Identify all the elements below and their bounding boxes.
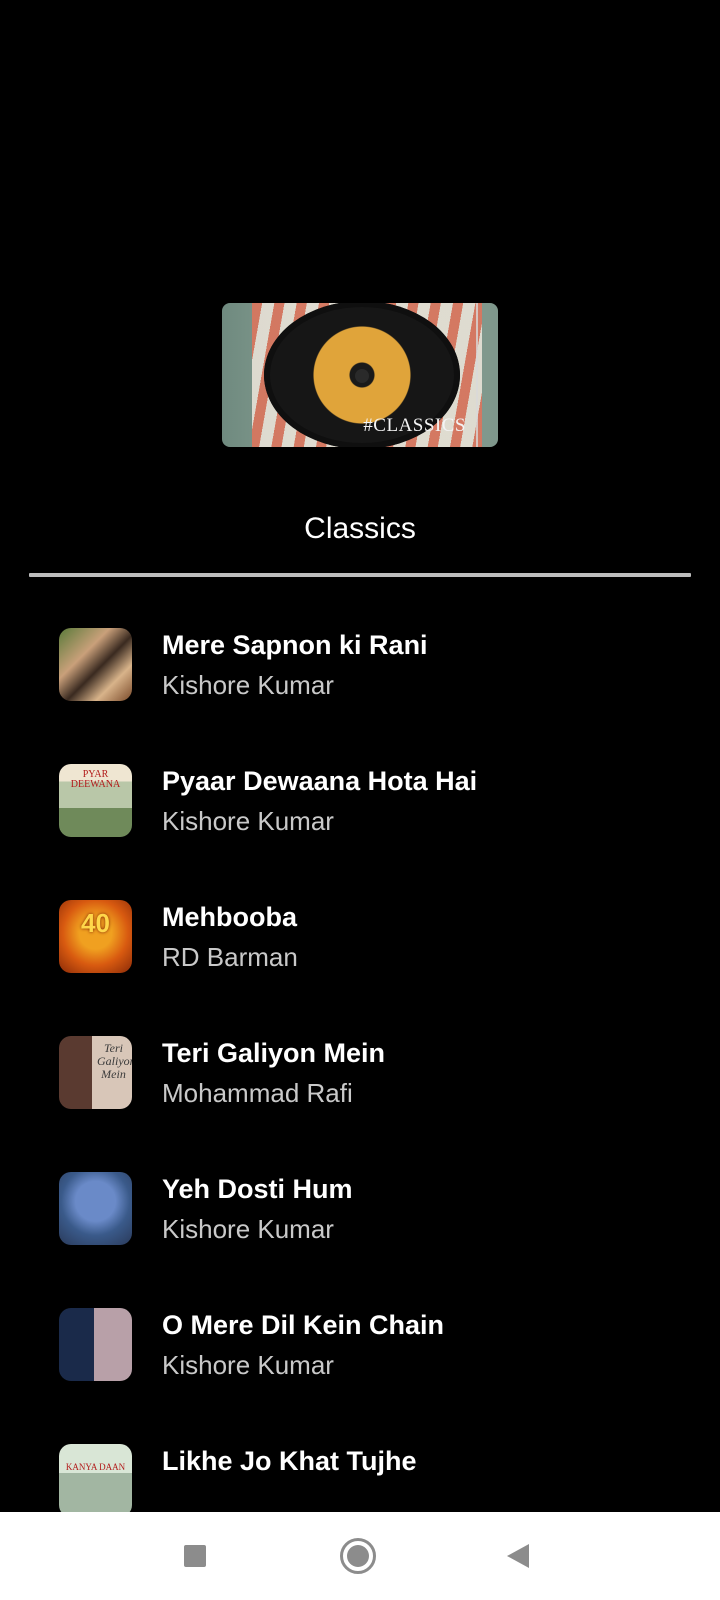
song-artist: Kishore Kumar [162,806,334,836]
song-title: Pyaar Dewaana Hota Hai [162,766,478,796]
song-title: Mehbooba [162,902,297,932]
song-artist: Kishore Kumar [162,670,334,700]
title-divider [29,573,691,577]
cover-edge [476,303,478,447]
back-button[interactable] [498,1534,542,1578]
home-dot [347,1545,369,1567]
song-thumbnail: PYAR DEEWANA [59,764,132,837]
song-item[interactable]: Teri Galiyon Mein Teri Galiyon Mein Moha… [0,1028,720,1164]
thumbnail-caption: KANYA DAAN [65,1462,126,1472]
cover-label: #CLASSICS [363,415,466,436]
thumbnail-caption: PYAR DEEWANA [70,769,121,790]
song-title: O Mere Dil Kein Chain [162,1310,445,1340]
song-title: Mere Sapnon ki Rani [162,630,428,660]
song-thumbnail [59,1308,132,1381]
song-item[interactable]: 40 Mehbooba RD Barman [0,892,720,1028]
thumbnail-caption: Teri Galiyon Mein [97,1041,132,1081]
thumbnail-caption: 40 [81,908,110,938]
song-artist: Kishore Kumar [162,1214,334,1244]
square-icon [184,1545,206,1567]
song-thumbnail [59,628,132,701]
song-artist: Mohammad Rafi [162,1078,353,1108]
song-thumbnail [59,1172,132,1245]
song-list[interactable]: Mere Sapnon ki Rani Kishore Kumar PYAR D… [0,620,720,1528]
song-title: Teri Galiyon Mein [162,1038,386,1068]
playlist-cover-image: #CLASSICS [222,303,498,447]
song-title: Yeh Dosti Hum [162,1174,353,1204]
song-thumbnail: Teri Galiyon Mein [59,1036,132,1109]
record-spindle [355,369,369,383]
song-artist: RD Barman [162,942,298,972]
song-item[interactable]: PYAR DEEWANA Pyaar Dewaana Hota Hai Kish… [0,756,720,892]
song-thumbnail: 40 [59,900,132,973]
song-item[interactable]: Mere Sapnon ki Rani Kishore Kumar [0,620,720,756]
song-thumbnail: KANYA DAAN [59,1444,132,1517]
playlist-title: Classics [304,512,416,545]
song-artist: Kishore Kumar [162,1350,334,1380]
song-item[interactable]: O Mere Dil Kein Chain Kishore Kumar [0,1300,720,1436]
song-item[interactable]: Yeh Dosti Hum Kishore Kumar [0,1164,720,1300]
home-button[interactable] [336,1534,380,1578]
triangle-back-icon [507,1544,529,1568]
system-navigation-bar [0,1512,720,1600]
song-title: Likhe Jo Khat Tujhe [162,1446,417,1476]
recent-apps-button[interactable] [173,1534,217,1578]
